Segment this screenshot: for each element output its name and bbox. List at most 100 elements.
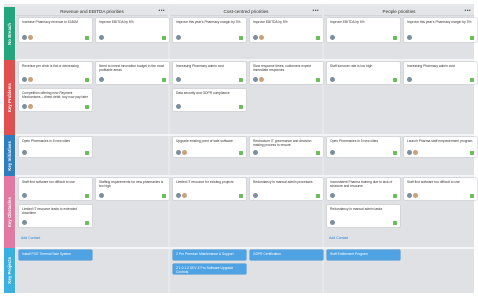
avatar-icon[interactable]	[330, 220, 335, 225]
card[interactable]: Staff find software too difficult to use	[404, 178, 477, 200]
card-text: Z 1.0.1.2 DEV Z Pro Software Upgrade Con…	[176, 266, 234, 275]
card[interactable]: Upgrade existing point of sale software	[173, 137, 246, 157]
card-text: Improve EBITDA by 5%	[253, 20, 288, 24]
avatar-icon[interactable]	[253, 77, 258, 82]
row-label-text: Key Initiatives	[7, 140, 12, 171]
card[interactable]: Need to invest innovation budget in the …	[96, 62, 169, 84]
avatar-icon[interactable]	[330, 35, 335, 40]
avatar-icon[interactable]	[28, 77, 33, 82]
card[interactable]: Z 1.0.1.2 DEV Z Pro Software Upgrade Con…	[173, 264, 246, 274]
card[interactable]: Staff find software too difficult to use	[19, 178, 92, 200]
status-badge-icon	[393, 151, 397, 155]
avatar-icon[interactable]	[28, 104, 33, 109]
card[interactable]: Data security and GDPR compliance	[173, 89, 246, 111]
card-text: Launch Pharma staff empowerment program	[407, 139, 473, 143]
card[interactable]: Install POS Thermal Sale System	[19, 250, 92, 260]
avatar-icon[interactable]	[22, 150, 27, 155]
card-text: Upgrade existing point of sale software	[176, 139, 233, 143]
column-menu-icon[interactable]: •••	[313, 7, 319, 16]
avatar-icon[interactable]	[413, 193, 418, 198]
card[interactable]: Inconsistent Pharma training due to lack…	[327, 178, 400, 200]
avatar-icon[interactable]	[407, 77, 412, 82]
card[interactable]: Improve EBITDA by 5%	[250, 18, 323, 42]
avatar-icon[interactable]	[407, 150, 412, 155]
avatar-icon[interactable]	[407, 193, 412, 198]
avatar-icon[interactable]	[407, 35, 412, 40]
card[interactable]: Redundancy in manual admin processes	[250, 178, 323, 200]
column-menu-icon[interactable]: •••	[465, 7, 471, 16]
status-badge-icon	[316, 194, 320, 198]
avatar-icon[interactable]	[182, 193, 187, 198]
row-label-key-initiatives[interactable]: Key Initiatives	[4, 135, 15, 176]
avatar-icon[interactable]	[22, 35, 27, 40]
card[interactable]: Staff Entitlement Program	[327, 250, 400, 260]
avatar-icon[interactable]	[330, 150, 335, 155]
avatar-icon[interactable]	[176, 193, 181, 198]
row-label-no-breach[interactable]: No Breach	[4, 7, 15, 60]
avatar-icon[interactable]	[259, 35, 264, 40]
card[interactable]: Limited IT resource leads to extended do…	[19, 205, 92, 227]
avatar-icon[interactable]	[176, 150, 181, 155]
avatar-icon[interactable]	[253, 35, 258, 40]
card[interactable]: Increase Pharmacy revenue to £180M	[19, 18, 92, 42]
card[interactable]: Z Pro Premium Maintenance & Support	[173, 250, 246, 260]
card[interactable]: Revenue per clinic is flat or decreasing	[19, 62, 92, 84]
card-text: Open Pharmacies in 5 new cities	[22, 139, 71, 143]
avatar-icon[interactable]	[330, 193, 335, 198]
card[interactable]: Improve EBITDA by 5%	[96, 18, 169, 42]
card[interactable]: Limited IT resource for existing project…	[173, 178, 246, 200]
card[interactable]: Restructure IT governance and decision m…	[250, 137, 323, 157]
avatar-icon[interactable]	[28, 35, 33, 40]
row-label-key-obstacles[interactable]: Key Obstacles	[4, 176, 15, 248]
avatar-icon[interactable]	[176, 104, 181, 109]
status-badge-icon	[393, 36, 397, 40]
avatar-icon[interactable]	[253, 193, 258, 198]
card[interactable]: Slow response times; customers expect im…	[250, 62, 323, 84]
card[interactable]: Increasing Pharmacy admin cost	[404, 62, 477, 84]
card[interactable]: Redundancy in manual admin tasks	[327, 205, 400, 227]
avatar-icon[interactable]	[99, 77, 104, 82]
card-text: Staff find software too difficult to use	[407, 180, 460, 184]
avatar-icon[interactable]	[330, 77, 335, 82]
avatar-icon[interactable]	[22, 220, 27, 225]
card[interactable]: Increasing Pharmacy admin cost	[173, 62, 246, 84]
column-title: Revenue and EBITDA priorities	[60, 9, 124, 14]
card[interactable]: Improve this year's Pharmacy margin by 3…	[404, 18, 477, 42]
card[interactable]: Staff turnover rate is too high	[327, 62, 400, 84]
avatar-icon[interactable]	[176, 77, 181, 82]
card[interactable]: GDPR Certification	[250, 250, 323, 260]
row-label-key-projects[interactable]: Key Projects	[4, 248, 15, 293]
card[interactable]: Staffing requirements for new pharmacies…	[96, 178, 169, 200]
card[interactable]: Improve this year's Pharmacy margin by 3…	[173, 18, 246, 42]
card-text: Restructure IT governance and decision m…	[253, 139, 312, 148]
avatar-icon[interactable]	[176, 35, 181, 40]
avatar-icon[interactable]	[413, 150, 418, 155]
avatar-icon[interactable]	[99, 35, 104, 40]
card-text: Staff find software too difficult to use	[22, 180, 75, 184]
add-contact-link[interactable]: Add Contact	[329, 236, 348, 240]
avatar-icon[interactable]	[22, 104, 27, 109]
card-text: Improve EBITDA by 5%	[330, 20, 365, 24]
column-header-people: People priorities •••	[324, 7, 474, 16]
avatar-icon[interactable]	[253, 150, 258, 155]
avatar-icon[interactable]	[259, 77, 264, 82]
avatar-icon[interactable]	[22, 193, 27, 198]
card[interactable]: Competition offering new Payment Mechani…	[19, 89, 92, 111]
row-label-key-problems[interactable]: Key Problems	[4, 60, 15, 135]
card[interactable]: Improve EBITDA by 5%	[327, 18, 400, 42]
status-badge-icon	[470, 194, 474, 198]
avatar-icon[interactable]	[99, 193, 104, 198]
status-badge-icon	[393, 194, 397, 198]
card[interactable]: Open Pharmacies in 5 new cities	[19, 137, 92, 157]
card[interactable]: Open Pharmacies in 5 new cities	[327, 137, 400, 157]
avatar-icon[interactable]	[182, 150, 187, 155]
column-header-cost: Cost-centred priorities •••	[170, 7, 322, 16]
avatar-icon[interactable]	[22, 77, 27, 82]
column-menu-icon[interactable]: •••	[159, 7, 165, 16]
card-text: Open Pharmacies in 5 new cities	[330, 139, 379, 143]
row-label-text: Key Problems	[7, 82, 12, 113]
card[interactable]: Launch Pharma staff empowerment program	[404, 137, 477, 157]
status-badge-icon	[470, 78, 474, 82]
add-contact-link[interactable]: Add Contact	[21, 236, 40, 240]
status-badge-icon	[85, 221, 89, 225]
